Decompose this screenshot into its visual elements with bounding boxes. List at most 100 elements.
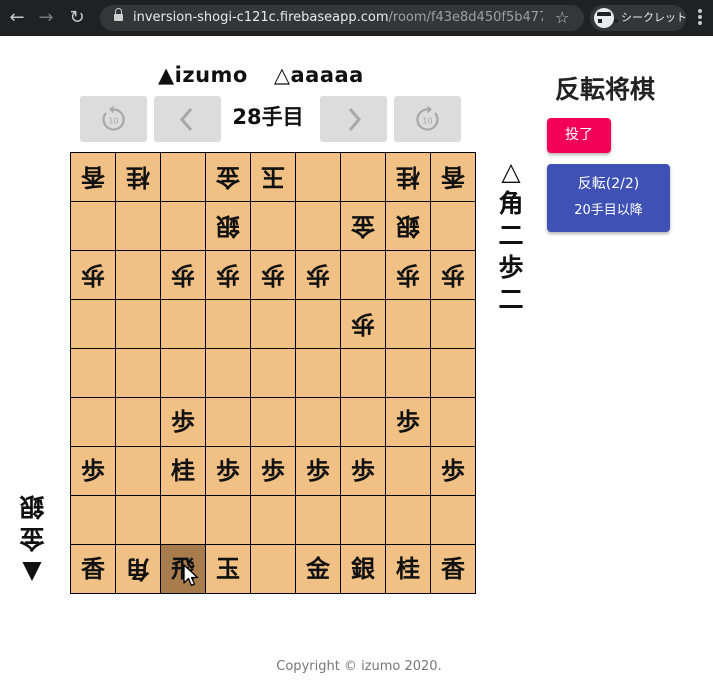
gote-hand-piece[interactable]: 二 xyxy=(496,220,526,252)
skip-forward-10-button[interactable]: 10 xyxy=(394,96,461,142)
board-square[interactable]: 玉 xyxy=(251,153,296,202)
board-square[interactable] xyxy=(341,153,386,202)
board-square[interactable]: 歩 xyxy=(71,447,116,496)
board-square[interactable] xyxy=(296,398,341,447)
board-square[interactable] xyxy=(161,349,206,398)
board-square[interactable] xyxy=(341,349,386,398)
board-square[interactable] xyxy=(386,496,431,545)
board-square[interactable] xyxy=(206,300,251,349)
board-square[interactable]: 金 xyxy=(296,545,341,594)
board-square[interactable] xyxy=(431,202,476,251)
board-square[interactable]: 歩 xyxy=(386,398,431,447)
sente-piece[interactable]: 玉 xyxy=(206,545,250,593)
board-square[interactable] xyxy=(161,202,206,251)
board-square[interactable]: 歩 xyxy=(206,447,251,496)
bookmark-star-icon[interactable]: ☆ xyxy=(555,8,569,28)
sente-hand-piece[interactable]: 銀 xyxy=(17,490,47,522)
next-move-button[interactable] xyxy=(320,96,387,142)
board-square[interactable]: 角 xyxy=(116,545,161,594)
board-square[interactable] xyxy=(341,398,386,447)
board-square[interactable] xyxy=(71,398,116,447)
board-square[interactable]: 歩 xyxy=(251,251,296,300)
sente-piece[interactable]: 歩 xyxy=(71,447,115,495)
board-square[interactable] xyxy=(206,349,251,398)
gote-piece[interactable]: 歩 xyxy=(71,251,115,299)
gote-piece[interactable]: 桂 xyxy=(116,153,160,201)
gote-hand-piece[interactable]: 歩 xyxy=(496,252,526,284)
sente-piece[interactable]: 金 xyxy=(296,545,340,593)
board-square[interactable] xyxy=(341,496,386,545)
reload-icon[interactable]: ↻ xyxy=(66,7,88,29)
board-square[interactable] xyxy=(431,398,476,447)
board-square[interactable]: 金 xyxy=(341,202,386,251)
board-square[interactable] xyxy=(386,349,431,398)
gote-piece[interactable]: 金 xyxy=(206,153,250,201)
sente-piece[interactable]: 歩 xyxy=(161,398,205,446)
board-square[interactable]: 桂 xyxy=(161,447,206,496)
board-square[interactable] xyxy=(71,300,116,349)
board-square[interactable]: 桂 xyxy=(386,545,431,594)
board-square[interactable] xyxy=(251,496,296,545)
board-square[interactable] xyxy=(386,300,431,349)
board-square[interactable] xyxy=(116,349,161,398)
board-square[interactable] xyxy=(296,300,341,349)
board-square[interactable] xyxy=(251,545,296,594)
board-square[interactable]: 歩 xyxy=(161,398,206,447)
browser-menu-icon[interactable] xyxy=(693,8,707,28)
gote-piece[interactable]: 歩 xyxy=(251,251,295,299)
gote-piece[interactable]: 歩 xyxy=(386,251,430,299)
gote-piece[interactable]: 玉 xyxy=(251,153,295,201)
gote-piece[interactable]: 歩 xyxy=(431,251,475,299)
sente-piece[interactable]: 桂 xyxy=(161,447,205,495)
board-square[interactable] xyxy=(296,202,341,251)
gote-hand-piece[interactable]: 二 xyxy=(496,284,526,316)
board-square[interactable] xyxy=(296,496,341,545)
board-square[interactable] xyxy=(161,153,206,202)
board-square[interactable]: 銀 xyxy=(386,202,431,251)
board-square[interactable]: 銀 xyxy=(206,202,251,251)
board-square[interactable] xyxy=(71,202,116,251)
board-square[interactable] xyxy=(296,153,341,202)
gote-piece[interactable]: 銀 xyxy=(386,202,430,250)
board-square[interactable]: 歩 xyxy=(296,251,341,300)
board-square[interactable]: 香 xyxy=(431,153,476,202)
board-square[interactable] xyxy=(296,349,341,398)
sente-piece[interactable]: 香 xyxy=(431,545,475,593)
gote-piece[interactable]: 銀 xyxy=(206,202,250,250)
forward-arrow-icon[interactable]: → xyxy=(35,7,57,29)
board-square[interactable]: 玉 xyxy=(206,545,251,594)
board-square[interactable]: 歩 xyxy=(431,251,476,300)
board-square[interactable]: 歩 xyxy=(341,300,386,349)
gote-piece[interactable]: 桂 xyxy=(386,153,430,201)
sente-piece[interactable]: 香 xyxy=(71,545,115,593)
board-square[interactable] xyxy=(251,202,296,251)
board-square[interactable] xyxy=(251,300,296,349)
gote-piece[interactable]: 歩 xyxy=(296,251,340,299)
board-square[interactable] xyxy=(116,398,161,447)
board-square[interactable] xyxy=(161,496,206,545)
board-square[interactable] xyxy=(161,300,206,349)
board-square[interactable] xyxy=(116,300,161,349)
board-square[interactable]: 銀 xyxy=(341,545,386,594)
board-square[interactable] xyxy=(386,447,431,496)
gote-piece[interactable]: 歩 xyxy=(341,300,385,348)
board-square[interactable]: 歩 xyxy=(296,447,341,496)
sente-piece[interactable]: 歩 xyxy=(296,447,340,495)
gote-piece[interactable]: 香 xyxy=(71,153,115,201)
board-square[interactable] xyxy=(206,398,251,447)
skip-back-10-button[interactable]: 10 xyxy=(80,96,147,142)
sente-hand-piece[interactable]: 金 xyxy=(17,522,47,554)
board-square[interactable]: 香 xyxy=(431,545,476,594)
board-square[interactable]: 桂 xyxy=(116,153,161,202)
sente-piece[interactable]: 歩 xyxy=(386,398,430,446)
back-arrow-icon[interactable]: ← xyxy=(6,7,28,29)
previous-move-button[interactable] xyxy=(154,96,221,142)
resign-button[interactable]: 投了 xyxy=(547,118,611,153)
board-square[interactable] xyxy=(116,202,161,251)
sente-piece[interactable]: 歩 xyxy=(341,447,385,495)
board-square[interactable]: 歩 xyxy=(431,447,476,496)
sente-piece[interactable]: 歩 xyxy=(251,447,295,495)
board-square[interactable] xyxy=(116,447,161,496)
invert-button[interactable]: 反転(2/2) 20手目以降 xyxy=(547,164,670,232)
sente-piece[interactable]: 歩 xyxy=(206,447,250,495)
